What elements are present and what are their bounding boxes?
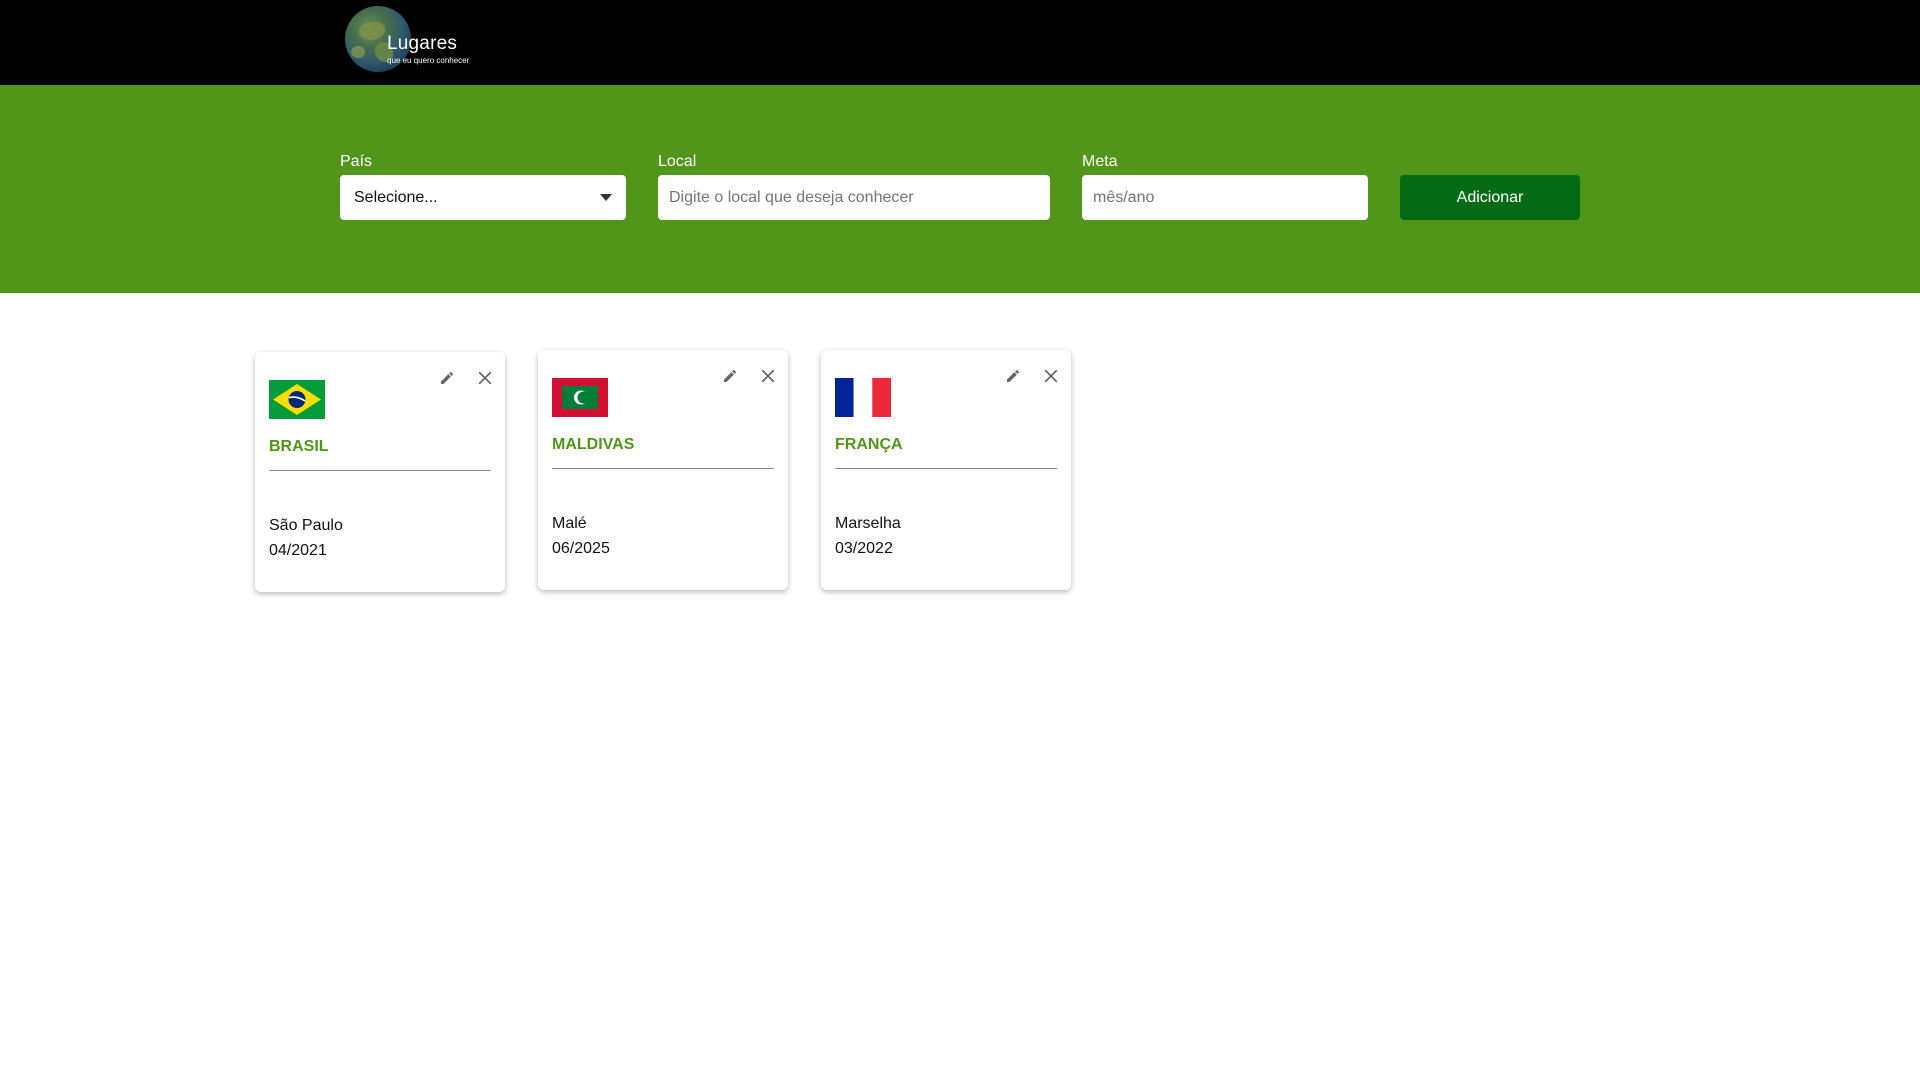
logo-title: Lugares	[387, 33, 458, 54]
place-label: Local	[658, 153, 697, 170]
app-logo[interactable]: Lugares que eu quero conhecer	[345, 6, 475, 72]
place-card: BRASIL São Paulo 04/2021	[255, 352, 505, 592]
delete-close-icon[interactable]	[758, 366, 778, 386]
place-card: FRANÇA Marselha 03/2022	[821, 350, 1071, 590]
card-country: BRASIL	[269, 438, 329, 455]
add-button[interactable]: Adicionar	[1400, 175, 1580, 220]
card-country: FRANÇA	[835, 436, 903, 453]
country-select-value: Selecione...	[354, 188, 438, 206]
card-divider	[552, 468, 774, 469]
top-header: Lugares que eu quero conhecer	[0, 0, 1920, 85]
add-place-form: País Selecione... Local Meta Adicionar	[0, 85, 1920, 293]
brazil-flag-icon	[269, 380, 325, 419]
card-divider	[269, 470, 491, 471]
place-input[interactable]	[658, 175, 1050, 220]
goal-input[interactable]	[1082, 175, 1368, 220]
logo-subtitle: que eu quero conhecer	[387, 56, 470, 65]
card-date: 03/2022	[835, 540, 893, 557]
country-label: País	[340, 153, 373, 170]
caret-down-icon	[600, 194, 612, 201]
delete-close-icon[interactable]	[475, 368, 495, 388]
card-divider	[835, 468, 1057, 469]
card-place: São Paulo	[269, 517, 343, 534]
edit-pencil-icon[interactable]	[720, 366, 740, 386]
goal-label: Meta	[1082, 153, 1118, 170]
edit-pencil-icon[interactable]	[1003, 366, 1023, 386]
edit-pencil-icon[interactable]	[437, 368, 457, 388]
delete-close-icon[interactable]	[1041, 366, 1061, 386]
card-country: MALDIVAS	[552, 436, 635, 453]
maldives-flag-icon	[552, 378, 608, 417]
card-date: 06/2025	[552, 540, 610, 557]
card-place: Malé	[552, 515, 587, 532]
country-select[interactable]: Selecione...	[340, 175, 626, 220]
france-flag-icon	[835, 378, 891, 417]
card-date: 04/2021	[269, 542, 327, 559]
place-card: MALDIVAS Malé 06/2025	[538, 350, 788, 590]
card-place: Marselha	[835, 515, 901, 532]
